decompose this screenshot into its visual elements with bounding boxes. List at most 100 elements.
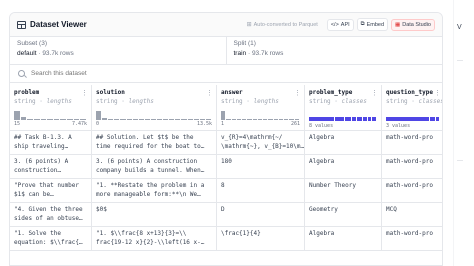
histogram-bar[interactable] <box>60 119 67 120</box>
table-row[interactable]: "1. Solve the equation: $\\frac{… "1. $\\f… <box>10 227 442 251</box>
histogram-bar[interactable] <box>138 119 144 120</box>
histogram-bar[interactable] <box>231 119 236 120</box>
api-button[interactable]: </> API <box>326 18 354 31</box>
histogram-bar[interactable] <box>284 119 289 120</box>
column-header-problem[interactable]: problem string · lengths ⋮ 15 7.47k <box>10 85 92 130</box>
cell-question-type[interactable]: math-word-pro <box>382 227 442 250</box>
table-row[interactable]: 3. (6 points) Aconstruction… 3. (6 points… <box>10 155 442 179</box>
cell-problem[interactable]: "Prove that number $1$ can be… <box>10 179 92 202</box>
histogram-bar[interactable] <box>221 111 226 120</box>
histogram-bar[interactable] <box>289 119 294 120</box>
histogram-bar[interactable] <box>150 119 157 120</box>
histogram-bar[interactable] <box>14 111 20 120</box>
class-segment[interactable] <box>372 117 376 121</box>
histogram-bar[interactable] <box>163 119 169 120</box>
histogram-bar[interactable] <box>114 119 120 120</box>
cell-solution[interactable]: 3. (6 points) A construction company buil… <box>92 155 217 178</box>
class-segment[interactable] <box>357 117 363 121</box>
cell-question-type[interactable]: math-word-pro <box>382 155 442 178</box>
histogram-bar[interactable] <box>263 119 268 120</box>
search-input[interactable] <box>31 70 434 77</box>
histogram-bar[interactable] <box>187 119 193 120</box>
cell-problem[interactable]: 3. (6 points) Aconstruction… <box>10 155 92 178</box>
class-segment[interactable] <box>309 117 335 121</box>
histogram-bar[interactable] <box>257 119 263 120</box>
histogram-bar[interactable] <box>53 119 60 120</box>
column-menu-icon[interactable]: ⋮ <box>81 89 88 97</box>
column-header-question-type[interactable]: question_type string · classes ⋮ 3 values <box>382 85 442 130</box>
class-segment[interactable] <box>344 117 351 121</box>
histogram-bar[interactable] <box>132 119 138 120</box>
histogram-bar[interactable] <box>226 119 231 120</box>
column-header-solution[interactable]: solution string · lengths ⋮ 0 13.5k <box>92 85 217 130</box>
cell-solution[interactable]: ## Solution. Let $t$ be the time required… <box>92 131 217 154</box>
histogram-bar[interactable] <box>278 119 284 120</box>
histogram-bar[interactable] <box>102 118 108 120</box>
cell-answer[interactable]: v_{R}=4\mathrm{~/\mathrm{~}, v_{B}=10\m… <box>217 131 305 154</box>
table-row[interactable]: ## Task B-1.3. Aship traveling… ## Soluti… <box>10 131 442 155</box>
split-selector[interactable]: Split (1) train · 93.7k rows <box>225 37 443 64</box>
histogram-bar[interactable] <box>268 119 273 120</box>
cell-problem-type[interactable]: Algebra <box>305 155 382 178</box>
cell-problem-type[interactable]: Geometry <box>305 203 382 226</box>
data-studio-button[interactable]: ▦ Data Studio <box>391 18 435 31</box>
cell-answer[interactable]: \frac{1}{4} <box>217 227 305 250</box>
histogram-bar[interactable] <box>144 119 150 120</box>
column-header-answer[interactable]: answer string · lengths ⋮ 1 261 <box>217 85 305 130</box>
cell-solution[interactable]: "1. $\\frac{8 x+13}{3}=\\ frac{19-12 x}{2… <box>92 227 217 250</box>
cell-problem[interactable]: "1. Solve the equation: $\\frac{… <box>10 227 92 250</box>
histogram-bar[interactable] <box>205 119 211 120</box>
histogram-bar[interactable] <box>47 119 53 120</box>
histogram-bar[interactable] <box>157 119 163 120</box>
cell-solution[interactable]: $0$ <box>92 203 217 226</box>
histogram-bar[interactable] <box>33 119 40 120</box>
histogram-bar[interactable] <box>120 119 126 120</box>
class-segment[interactable] <box>436 117 439 121</box>
histogram-bar[interactable] <box>96 111 102 120</box>
histogram-bar[interactable] <box>67 119 73 120</box>
histogram-bar[interactable] <box>247 119 252 120</box>
class-segment[interactable] <box>430 117 436 121</box>
histogram-bar[interactable] <box>20 117 27 120</box>
class-segment[interactable] <box>335 117 344 121</box>
subset-selector[interactable]: Subset (3) default · 93.7k rows <box>10 37 226 64</box>
cell-problem-type[interactable]: Number Theory <box>305 179 382 202</box>
column-menu-icon[interactable]: ⋮ <box>371 89 378 97</box>
histogram-bar[interactable] <box>126 119 132 120</box>
cell-problem-type[interactable]: Algebra <box>305 227 382 250</box>
histogram-bar[interactable] <box>193 119 199 120</box>
class-segment[interactable] <box>363 117 367 121</box>
table-row[interactable]: "Prove that number $1$ can be… "1. **Resta… <box>10 179 442 203</box>
column-menu-icon[interactable]: ⋮ <box>206 89 213 97</box>
histogram-bar[interactable] <box>169 119 175 120</box>
column-header-problem-type[interactable]: problem_type string · classes ⋮ 8 values <box>305 85 382 130</box>
cell-answer[interactable]: 8 <box>217 179 305 202</box>
histogram-bar[interactable] <box>294 119 299 120</box>
column-menu-icon[interactable]: ⋮ <box>294 89 301 97</box>
histogram-bar[interactable] <box>73 119 80 120</box>
cell-problem[interactable]: ## Task B-1.3. Aship traveling… <box>10 131 92 154</box>
histogram-bar[interactable] <box>175 119 181 120</box>
column-menu-icon[interactable]: ⋮ <box>434 89 441 97</box>
cell-question-type[interactable]: math-word-pro <box>382 131 442 154</box>
embed-button[interactable]: ⧉ Embed <box>356 18 389 31</box>
cell-question-type[interactable]: MCQ <box>382 203 442 226</box>
histogram-bar[interactable] <box>181 119 187 120</box>
cell-answer[interactable]: 180 <box>217 155 305 178</box>
histogram-bar[interactable] <box>80 119 86 120</box>
cell-problem-type[interactable]: Algebra <box>305 131 382 154</box>
class-segment[interactable] <box>367 117 372 121</box>
histogram-bar[interactable] <box>199 119 205 120</box>
table-row[interactable]: "4. Given the three sides of an obtuse… $0… <box>10 203 442 227</box>
histogram-bar[interactable] <box>108 119 114 120</box>
histogram-bar[interactable] <box>40 119 47 120</box>
histogram-bar[interactable] <box>273 119 278 120</box>
histogram-bar[interactable] <box>27 118 33 120</box>
cell-question-type[interactable]: math-word-pro <box>382 179 442 202</box>
cell-solution[interactable]: "1. **Restate the problem in a more manag… <box>92 179 217 202</box>
histogram-bar[interactable] <box>236 119 242 120</box>
class-segment[interactable] <box>351 117 357 121</box>
auto-converted-note[interactable]: ⊞ Auto-converted to Parquet <box>247 21 318 29</box>
class-segment[interactable] <box>386 117 430 121</box>
cell-answer[interactable]: D <box>217 203 305 226</box>
